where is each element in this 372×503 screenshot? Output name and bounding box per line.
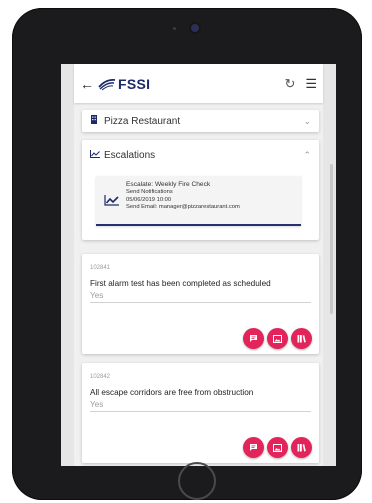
logo-text: FSSI [118, 75, 151, 92]
site-name: Pizza Restaurant [104, 115, 181, 127]
comment-button[interactable] [243, 437, 264, 458]
sensor-dot [173, 27, 176, 30]
question-actions [243, 328, 312, 349]
home-button[interactable] [178, 462, 216, 500]
question-card: 102841 First alarm test has been complet… [82, 254, 319, 354]
tablet-frame: ← FSSI ↻ ☰ Pizza Restaurant ⌄ Escalation… [12, 8, 362, 500]
library-icon [297, 444, 306, 452]
question-text: All escape corridors are free from obstr… [90, 388, 254, 397]
trend-chart-icon [90, 149, 104, 161]
menu-icon[interactable]: ☰ [305, 76, 317, 92]
chevron-down-icon[interactable]: ⌄ [303, 116, 311, 127]
image-icon [273, 334, 282, 343]
question-text: First alarm test has been completed as s… [90, 279, 271, 288]
image-icon [273, 443, 282, 452]
comment-icon [250, 444, 257, 451]
escalations-header[interactable]: Escalations ⌃ [82, 140, 319, 170]
documents-button[interactable] [291, 328, 312, 349]
escalation-email: Send Email: manager@pizzarestaurant.com [126, 204, 240, 211]
answer-underline [90, 302, 311, 303]
escalations-panel: Escalations ⌃ Escalate: Weekly Fire Chec… [82, 140, 319, 240]
chevron-up-icon[interactable]: ⌃ [303, 150, 311, 161]
scrollbar[interactable] [330, 164, 333, 314]
camera-icon [191, 24, 199, 32]
question-actions [243, 437, 312, 458]
app-screen: ← FSSI ↻ ☰ Pizza Restaurant ⌄ Escalation… [61, 64, 336, 466]
building-icon [90, 115, 104, 127]
answer-field[interactable]: Yes [90, 400, 319, 409]
escalation-datetime: 05/06/2019 10:00 [126, 196, 172, 203]
answer-underline [90, 411, 311, 412]
photo-button[interactable] [267, 437, 288, 458]
logo: FSSI [98, 76, 150, 92]
back-arrow-icon[interactable]: ← [80, 76, 98, 92]
documents-button[interactable] [291, 437, 312, 458]
question-card: 102842 All escape corridors are free fro… [82, 363, 319, 463]
escalation-item[interactable]: Escalate: Weekly Fire Check Send Notific… [96, 176, 301, 226]
photo-button[interactable] [267, 328, 288, 349]
app-bar: ← FSSI ↻ ☰ [74, 64, 323, 103]
comment-icon [250, 335, 257, 342]
answer-field[interactable]: Yes [90, 291, 319, 300]
fssi-swoosh-icon [98, 78, 116, 90]
trend-chart-icon [96, 176, 126, 224]
site-selector[interactable]: Pizza Restaurant ⌄ [82, 110, 319, 132]
refresh-icon[interactable]: ↻ [284, 76, 295, 92]
comment-button[interactable] [243, 328, 264, 349]
question-id: 102842 [90, 374, 111, 380]
escalations-title: Escalations [104, 149, 156, 161]
escalation-title: Escalate: Weekly Fire Check [126, 181, 211, 188]
library-icon [297, 335, 306, 343]
escalation-action: Send Notifications [126, 188, 173, 195]
question-id: 102841 [90, 265, 111, 271]
